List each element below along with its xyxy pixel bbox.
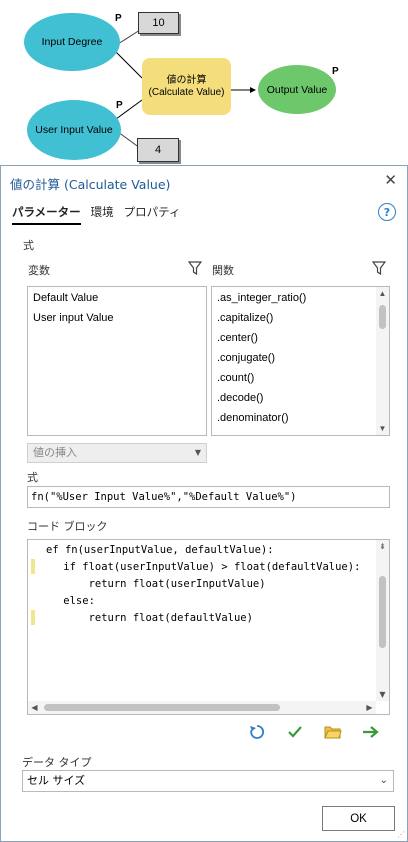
scrollbar-thumb[interactable] [44,704,280,711]
dialog-title: 値の計算 (Calculate Value) [10,177,171,192]
scrollbar-thumb[interactable] [379,576,386,648]
input-degree-value-box[interactable]: 10 [138,12,179,34]
tool-label-jp: 値の計算 [166,74,207,86]
input-degree-label: Input Degree [41,36,103,48]
list-item[interactable]: .count() [212,368,389,388]
input-degree-node[interactable]: Input Degree [24,13,120,71]
code-line: if float(userInputValue) > float(default… [38,561,361,573]
open-folder-icon[interactable] [322,721,344,743]
scroll-down-icon[interactable]: ▼ [376,422,389,435]
chevron-down-icon: ▼ [194,448,201,457]
code-line: return float(defaultValue) [38,612,253,624]
calculate-value-dialog: 値の計算 (Calculate Value) ✕ パラメーター 環境 プロパティ… [0,165,408,842]
functions-label: 関数 [212,264,234,277]
user-input-value-box[interactable]: 4 [137,138,179,162]
list-item[interactable]: .denominator() [212,408,389,428]
expression-section-label: 式 [23,239,34,252]
code-line: else: [38,595,95,607]
expression-label: 式 [27,471,38,484]
functions-scrollbar[interactable]: ▲ ▼ [376,287,389,435]
chevron-down-icon: ⌄ [379,775,388,786]
param-marker: P [332,66,339,77]
tab-bar: パラメーター 環境 プロパティ [12,204,180,225]
code-line: ef fn(userInputValue, defaultValue): [46,544,274,556]
param-marker: P [116,100,123,111]
output-value-node[interactable]: Output Value [258,65,336,114]
split-handle-icon[interactable]: ⇟ [376,540,389,553]
list-item[interactable]: Default Value [28,288,206,308]
data-type-label: データ タイプ [22,756,92,769]
data-type-dropdown[interactable]: セル サイズ ⌄ [22,770,394,792]
insert-value-placeholder: 値の挿入 [33,446,77,459]
resize-grip-icon[interactable]: ⋰ [397,830,405,839]
export-arrow-icon[interactable] [360,721,382,743]
reset-icon[interactable] [246,721,268,743]
output-value-label: Output Value [266,83,328,96]
tab-parameters[interactable]: パラメーター [12,204,81,225]
filter-icon[interactable] [372,261,386,275]
scrollbar-thumb[interactable] [379,305,386,329]
change-marker [31,559,35,574]
tab-environments[interactable]: 環境 [91,204,114,225]
list-item[interactable]: .as_integer_ratio() [212,288,389,308]
list-item[interactable]: User input Value [28,308,206,328]
list-item[interactable]: .center() [212,328,389,348]
variables-label: 変数 [28,264,50,277]
close-icon[interactable]: ✕ [384,171,397,189]
help-icon[interactable]: ? [378,203,396,221]
filter-icon[interactable] [188,261,202,275]
model-diagram: Input Degree P 10 値の計算 (Calculate Value)… [0,0,408,165]
tool-label-en: (Calculate Value) [148,86,225,98]
tab-properties[interactable]: プロパティ [124,204,181,225]
code-line: return float(userInputValue) [38,578,266,590]
code-vertical-scrollbar[interactable]: ⇟ ▼ [376,540,389,701]
code-horizontal-scrollbar[interactable]: ◀ ▶ [28,701,376,714]
scroll-right-icon[interactable]: ▶ [363,701,376,714]
insert-value-dropdown[interactable]: 値の挿入 ▼ [27,443,207,463]
scroll-left-icon[interactable]: ◀ [28,701,41,714]
code-block-label: コード ブロック [27,520,108,533]
change-marker [31,610,35,625]
functions-list[interactable]: .as_integer_ratio() .capitalize() .cente… [211,286,390,436]
user-input-value: 4 [154,144,162,156]
variables-list[interactable]: Default Value User input Value [27,286,207,436]
verify-check-icon[interactable] [284,721,306,743]
scroll-down-icon[interactable]: ▼ [376,688,389,701]
code-block-editor[interactable]: ef fn(userInputValue, defaultValue): if … [27,539,390,715]
user-input-label: User Input Value [35,124,113,136]
list-item[interactable]: .decode() [212,388,389,408]
list-item[interactable]: .conjugate() [212,348,389,368]
ok-button[interactable]: OK [322,806,395,831]
list-item[interactable]: .capitalize() [212,308,389,328]
param-marker: P [115,13,122,24]
data-type-value: セル サイズ [27,774,86,787]
calculate-value-tool-node[interactable]: 値の計算 (Calculate Value) [142,58,231,115]
expression-input[interactable]: fn("%User Input Value%","%Default Value%… [27,486,390,508]
input-degree-value: 10 [152,17,165,29]
scroll-up-icon[interactable]: ▲ [376,287,389,300]
user-input-value-node[interactable]: User Input Value [27,100,121,160]
